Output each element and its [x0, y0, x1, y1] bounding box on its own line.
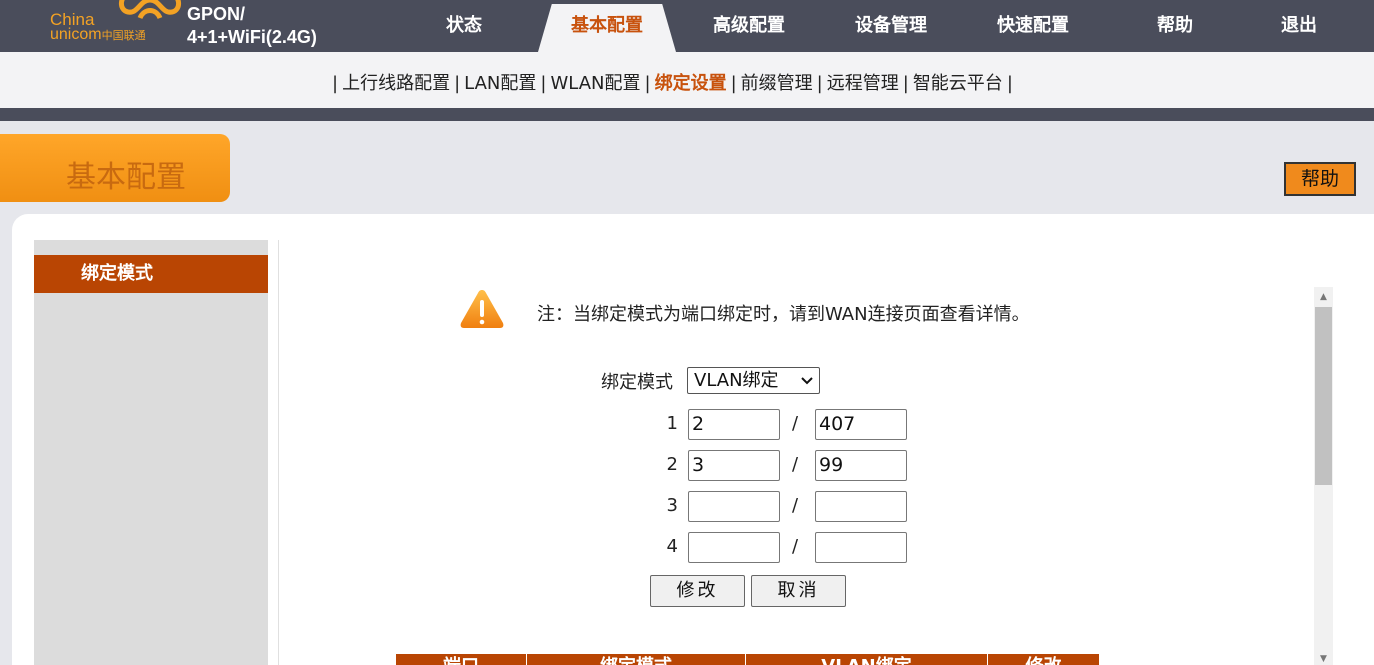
unicom-knot-icon	[119, 0, 181, 20]
sidebar-divider	[278, 240, 279, 665]
divider-bar	[0, 108, 1374, 121]
table-header-modify: 修改	[988, 654, 1099, 665]
sub-nav-bar: | 上行线路配置 | LAN配置 | WLAN配置 | 绑定设置 | 前缀管理 | 远程管理 | 智能云平…	[0, 52, 1374, 108]
nav-logout[interactable]: 退出	[1259, 0, 1339, 52]
slash-separator: /	[792, 495, 799, 516]
vlan-input-3b[interactable]	[815, 491, 907, 522]
nav-device-management[interactable]: 设备管理	[831, 0, 951, 52]
product-line-1: GPON/	[187, 4, 246, 24]
sub-nav-links: | 上行线路配置 | LAN配置 | WLAN配置 | 绑定设置 | 前缀管理 | 远程管理 | 智能云平…	[332, 73, 1013, 94]
help-button[interactable]: 帮助	[1284, 162, 1356, 196]
nav-advanced-config[interactable]: 高级配置	[689, 0, 809, 52]
subnav-prefix[interactable]: 前缀管理	[739, 73, 815, 94]
table-header-mode: 绑定模式	[527, 654, 746, 665]
slash-separator: /	[792, 413, 799, 434]
subnav-remote[interactable]: 远程管理	[825, 73, 901, 94]
warning-icon	[460, 290, 504, 328]
binding-table-header: 端口 绑定模式 VLAN绑定 修改	[396, 654, 1099, 665]
scroll-up-arrow-icon[interactable]: ▲	[1314, 289, 1333, 305]
vlan-input-3a[interactable]	[688, 491, 780, 522]
scrollbar-thumb[interactable]	[1315, 307, 1332, 485]
subnav-lan[interactable]: LAN配置	[462, 73, 538, 94]
page-title: 基本配置	[66, 160, 186, 195]
subnav-binding[interactable]: 绑定设置	[653, 73, 729, 94]
vlan-input-4b[interactable]	[815, 532, 907, 563]
row-number-3: 3	[666, 495, 678, 516]
table-header-port: 端口	[396, 654, 527, 665]
binding-mode-value: VLAN绑定	[694, 370, 779, 391]
product-line-2: 4+1+WiFi(2.4G)	[187, 27, 317, 47]
row-number-4: 4	[666, 536, 678, 557]
scroll-down-arrow-icon[interactable]: ▼	[1314, 652, 1333, 665]
vlan-input-2b[interactable]: 99	[815, 450, 907, 481]
chevron-down-icon	[800, 368, 814, 402]
vlan-input-1b[interactable]: 407	[815, 409, 907, 440]
nav-help[interactable]: 帮助	[1135, 0, 1215, 52]
china-unicom-logo: China unicom中国联通	[40, 0, 181, 52]
sidebar	[34, 240, 268, 665]
product-name: GPON/ 4+1+WiFi(2.4G)	[187, 3, 317, 49]
binding-mode-label: 绑定模式	[601, 372, 673, 393]
subnav-cloud[interactable]: 智能云平台	[911, 73, 1005, 94]
modify-button[interactable]: 修改	[650, 575, 745, 607]
slash-separator: /	[792, 536, 799, 557]
row-number-2: 2	[666, 454, 678, 475]
nav-basic-config[interactable]: 基本配置	[547, 0, 667, 52]
subnav-wlan[interactable]: WLAN配置	[548, 73, 642, 94]
cancel-button[interactable]: 取消	[751, 575, 846, 607]
sidebar-item-binding-mode[interactable]: 绑定模式	[34, 255, 268, 293]
binding-notice-text: 注：当绑定模式为端口绑定时，请到WAN连接页面查看详情。	[537, 304, 1030, 325]
binding-mode-select[interactable]: VLAN绑定	[687, 367, 820, 394]
subnav-uplink[interactable]: 上行线路配置	[340, 73, 452, 94]
table-header-vlan: VLAN绑定	[746, 654, 988, 665]
nav-status[interactable]: 状态	[404, 0, 524, 52]
vlan-input-1a[interactable]: 2	[688, 409, 780, 440]
vlan-input-2a[interactable]: 3	[688, 450, 780, 481]
nav-quick-config[interactable]: 快速配置	[973, 0, 1093, 52]
vlan-input-4a[interactable]	[688, 532, 780, 563]
logo-text-unicom: unicom中国联通	[50, 26, 146, 43]
row-number-1: 1	[666, 413, 678, 434]
slash-separator: /	[792, 454, 799, 475]
